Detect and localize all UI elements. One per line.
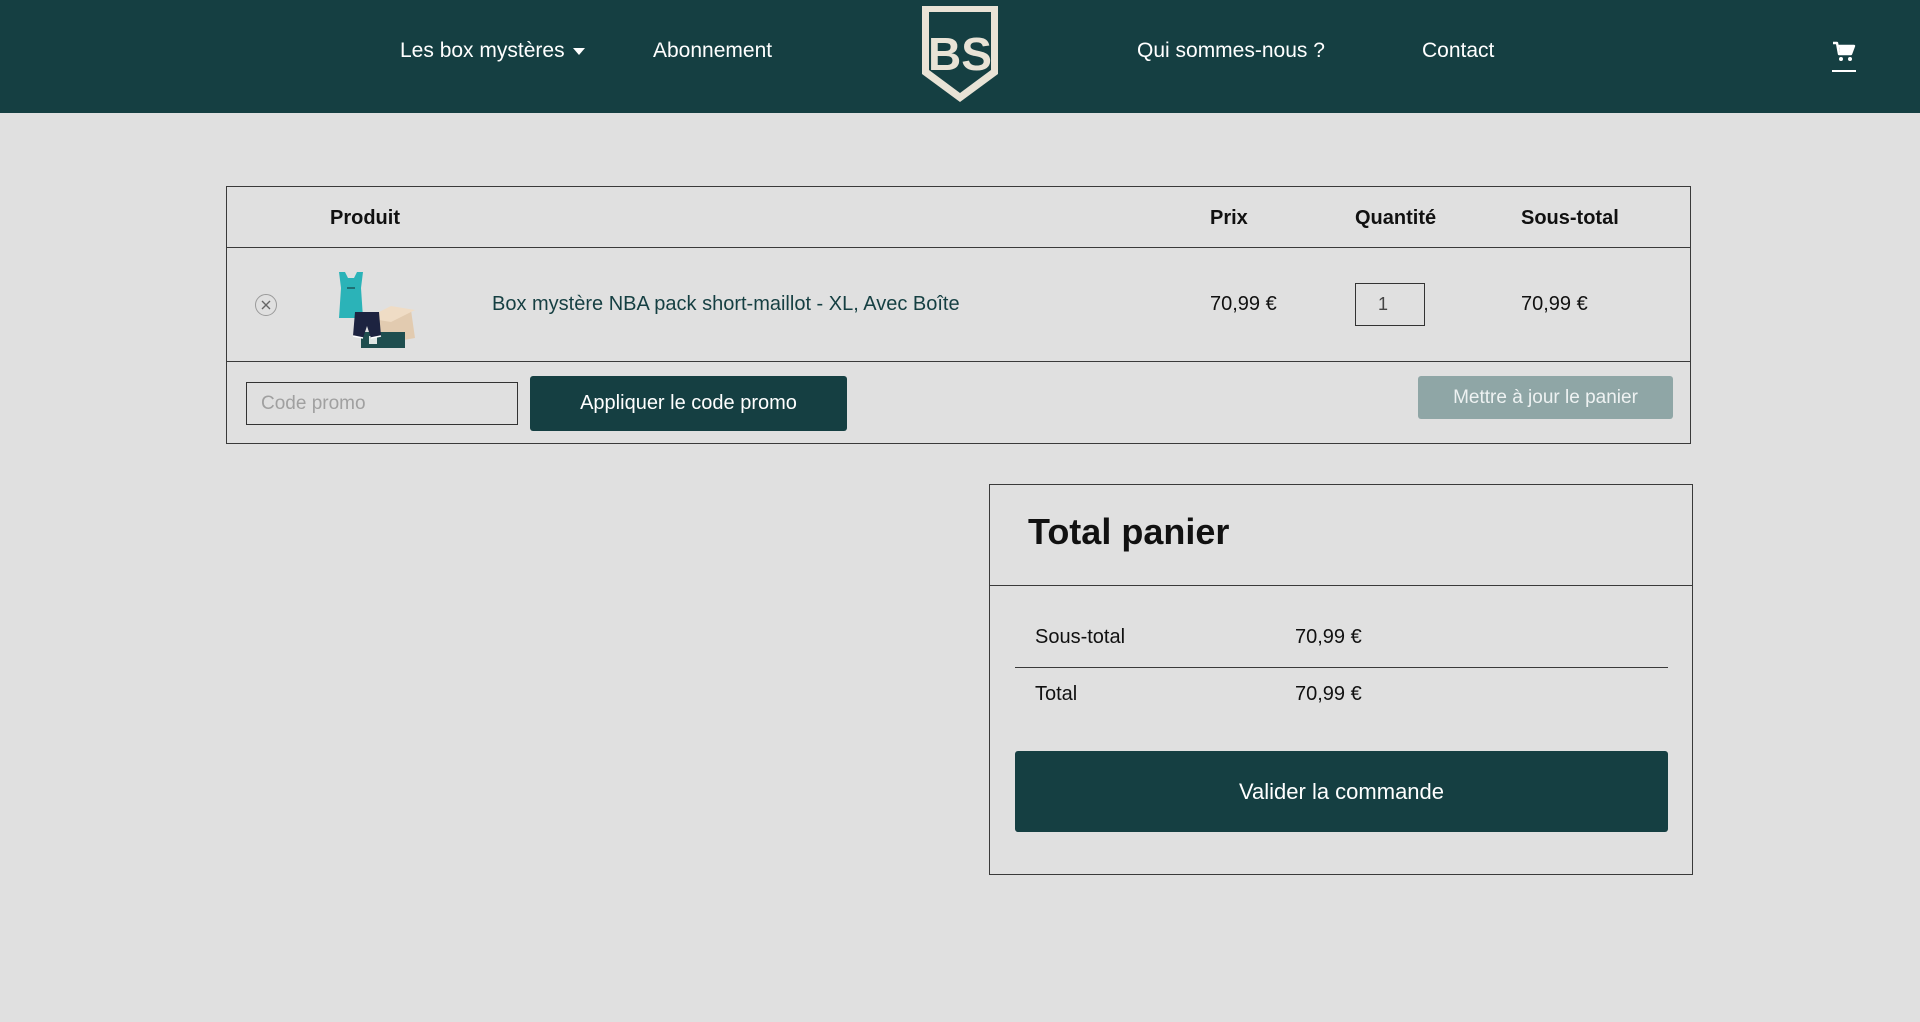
cart-icon xyxy=(1833,41,1856,61)
totals-divider xyxy=(990,585,1692,586)
subtotal-label: Sous-total xyxy=(1035,626,1126,648)
site-header: Les box mystères Abonnement BS Qui somme… xyxy=(0,0,1920,113)
nav-contact[interactable]: Contact xyxy=(1422,38,1494,64)
column-header-product: Produit xyxy=(330,207,400,229)
caret-down-icon xyxy=(572,47,585,55)
column-header-quantity: Quantité xyxy=(1355,207,1437,229)
nav-abonnement[interactable]: Abonnement xyxy=(653,38,772,64)
column-header-subtotal: Sous-total xyxy=(1521,207,1619,229)
cart-totals-title: Total panier xyxy=(1028,511,1230,552)
cart-table: Produit Prix Quantité Sous-total Box mys… xyxy=(226,186,1691,444)
coupon-code-input[interactable] xyxy=(246,382,518,425)
brand-logo[interactable]: BS xyxy=(918,4,1002,104)
total-label: Total xyxy=(1035,683,1078,705)
totals-row-divider xyxy=(1015,667,1668,668)
product-thumbnail[interactable] xyxy=(331,266,417,352)
logo-text: BS xyxy=(928,28,992,80)
item-subtotal: 70,99 € xyxy=(1521,293,1588,315)
table-divider xyxy=(227,247,1690,248)
table-divider xyxy=(227,361,1690,362)
nav-qui-sommes-nous[interactable]: Qui sommes-nous ? xyxy=(1137,38,1325,64)
checkout-button[interactable]: Valider la commande xyxy=(1015,751,1668,832)
cart-underline xyxy=(1832,70,1856,72)
product-name-link[interactable]: Box mystère NBA pack short-maillot - XL,… xyxy=(492,293,960,316)
nav-box-mysteres[interactable]: Les box mystères xyxy=(400,38,585,64)
nav-box-mysteres-label: Les box mystères xyxy=(400,39,565,62)
quantity-input[interactable] xyxy=(1355,283,1425,326)
remove-item-button[interactable] xyxy=(255,294,277,316)
header-cart-button[interactable] xyxy=(1832,40,1858,72)
total-value: 70,99 € xyxy=(1295,683,1362,705)
apply-coupon-button[interactable]: Appliquer le code promo xyxy=(530,376,847,431)
update-cart-button[interactable]: Mettre à jour le panier xyxy=(1418,376,1673,419)
item-price: 70,99 € xyxy=(1210,293,1277,315)
subtotal-value: 70,99 € xyxy=(1295,626,1362,648)
column-header-price: Prix xyxy=(1210,207,1248,229)
remove-icon xyxy=(261,300,271,310)
cart-totals: Total panier Sous-total 70,99 € Total 70… xyxy=(989,484,1693,875)
